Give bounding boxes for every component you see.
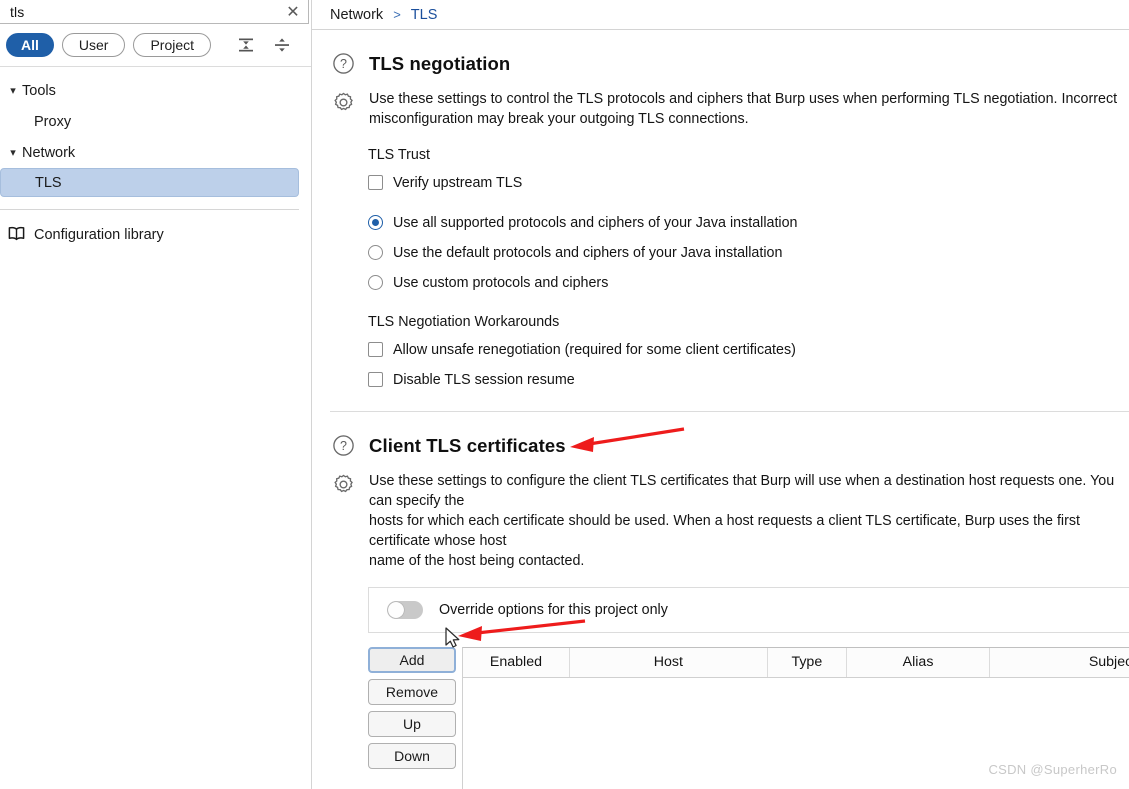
remove-button[interactable]: Remove (368, 679, 456, 705)
collapse-all-icon[interactable] (235, 33, 257, 57)
override-options-toggle[interactable] (387, 601, 423, 619)
section-client-tls-certificates: ? Client TLS certificates Use these sett… (312, 432, 1129, 789)
question-mark-icon[interactable]: ? (330, 50, 357, 77)
section-tls-negotiation: ? TLS negotiation Use these settings to … (312, 50, 1129, 412)
checkbox-verify-upstream-tls[interactable]: Verify upstream TLS (312, 169, 1129, 196)
search-input-value: tls (10, 3, 25, 20)
add-button[interactable]: Add (368, 647, 456, 673)
group-label-tls-trust: TLS Trust (368, 147, 430, 163)
question-mark-icon[interactable]: ? (330, 432, 357, 459)
table-header-row: Enabled Host Type Alias Subject Issuer (463, 648, 1129, 678)
gear-icon[interactable] (330, 89, 357, 116)
certificates-grid: Enabled Host Type Alias Subject Issuer (463, 648, 1129, 678)
tree-item-proxy[interactable]: Proxy (0, 106, 311, 137)
down-button[interactable]: Down (368, 743, 456, 769)
column-header-enabled[interactable]: Enabled (463, 648, 570, 678)
remove-button-label: Remove (385, 684, 439, 700)
override-options-box: Override options for this project only (368, 587, 1129, 633)
filter-all-button[interactable]: All (6, 33, 54, 57)
radio-icon[interactable] (368, 245, 383, 260)
watermark: CSDN @SuperherRo (988, 762, 1117, 777)
gear-icon[interactable] (330, 471, 357, 498)
tree-group-network-label: Network (22, 144, 76, 161)
filter-all-label: All (21, 37, 39, 53)
radio-use-custom[interactable]: Use custom protocols and ciphers (312, 269, 1129, 296)
tree-buttons (235, 33, 301, 57)
expand-all-icon[interactable] (271, 33, 293, 57)
column-header-subject[interactable]: Subject (989, 648, 1129, 678)
group-label-workarounds: TLS Negotiation Workarounds (368, 314, 560, 330)
filter-project-button[interactable]: Project (133, 33, 212, 57)
filter-user-label: User (78, 37, 109, 53)
group-protocol-selection: Use all supported protocols and ciphers … (312, 209, 1129, 296)
add-button-label: Add (399, 652, 425, 668)
checkbox-allow-unsafe-renegotiation[interactable]: Allow unsafe renegotiation (required for… (312, 336, 1129, 363)
breadcrumb-separator: > (393, 7, 401, 22)
checkbox-label-allow-unsafe-renegotiation: Allow unsafe renegotiation (required for… (393, 341, 796, 358)
filter-row: All User Project (0, 24, 311, 67)
override-options-label: Override options for this project only (439, 602, 668, 618)
settings-content-panel: Network > TLS ? TLS negotiation Use thes… (312, 0, 1129, 789)
section-divider (330, 411, 1129, 412)
radio-use-all-supported[interactable]: Use all supported protocols and ciphers … (312, 209, 1129, 236)
section-description-text-tls-negotiation: Use these settings to control the TLS pr… (369, 91, 1118, 127)
section-title-tls-negotiation: TLS negotiation (369, 52, 511, 74)
tree-group-tools-label: Tools (22, 82, 56, 99)
breadcrumb-parent[interactable]: Network (330, 7, 383, 23)
section-header-tls-negotiation: ? TLS negotiation (312, 50, 1129, 77)
svg-text:?: ? (340, 57, 347, 71)
checkbox-icon[interactable] (368, 175, 383, 190)
tree-item-tls-label: TLS (35, 174, 62, 191)
column-header-host[interactable]: Host (569, 648, 768, 678)
configuration-library-item[interactable]: Configuration library (0, 216, 311, 254)
up-button-label: Up (403, 716, 421, 732)
settings-window: tls ✕ All User Project ▾ Tools Proxy ▾ N… (0, 0, 1129, 789)
checkbox-disable-tls-session-resume[interactable]: Disable TLS session resume (312, 366, 1129, 393)
radio-label-use-custom: Use custom protocols and ciphers (393, 274, 609, 291)
section-description-client-tls-certificates: Use these settings to configure the clie… (312, 471, 1129, 571)
settings-tree: ▾ Tools Proxy ▾ Network TLS (0, 67, 311, 197)
checkbox-icon[interactable] (368, 372, 383, 387)
search-row: tls ✕ (0, 0, 311, 24)
breadcrumb-current[interactable]: TLS (411, 7, 438, 23)
section-description-tls-negotiation: Use these settings to control the TLS pr… (312, 89, 1129, 129)
checkbox-label-verify-upstream-tls: Verify upstream TLS (393, 174, 523, 191)
section-header-client-tls-certificates: ? Client TLS certificates (312, 432, 1129, 459)
svg-text:?: ? (340, 439, 347, 453)
chevron-down-icon: ▾ (10, 147, 16, 159)
group-tls-trust: TLS Trust Verify upstream TLS (312, 147, 1129, 196)
radio-icon[interactable] (368, 275, 383, 290)
chevron-down-icon: ▾ (10, 85, 16, 97)
book-icon (8, 226, 25, 245)
radio-use-default[interactable]: Use the default protocols and ciphers of… (312, 239, 1129, 266)
configuration-library-label: Configuration library (34, 227, 164, 243)
tree-item-proxy-label: Proxy (34, 113, 72, 130)
tree-group-tools[interactable]: ▾ Tools (0, 75, 311, 106)
search-input[interactable]: tls ✕ (0, 0, 309, 24)
column-header-alias[interactable]: Alias (846, 648, 991, 678)
tree-group-network[interactable]: ▾ Network (0, 137, 311, 168)
column-header-type[interactable]: Type (767, 648, 847, 678)
close-icon[interactable]: ✕ (284, 3, 302, 21)
settings-sidebar: tls ✕ All User Project ▾ Tools Proxy ▾ N… (0, 0, 312, 789)
checkbox-label-disable-tls-session-resume: Disable TLS session resume (393, 371, 575, 388)
sidebar-divider (0, 209, 299, 210)
down-button-label: Down (394, 748, 430, 764)
breadcrumb: Network > TLS (312, 0, 1129, 30)
filter-project-label: Project (150, 37, 195, 53)
up-button[interactable]: Up (368, 711, 456, 737)
radio-label-use-all-supported: Use all supported protocols and ciphers … (393, 214, 798, 231)
toggle-knob (388, 602, 404, 618)
group-tls-negotiation-workarounds: TLS Negotiation Workarounds Allow unsafe… (312, 314, 1129, 393)
filter-user-button[interactable]: User (61, 33, 126, 57)
settings-scroll-area: ? TLS negotiation Use these settings to … (312, 30, 1129, 789)
section-description-text-client-tls-certificates: Use these settings to configure the clie… (369, 473, 1115, 569)
tree-item-tls[interactable]: TLS (0, 168, 299, 197)
radio-icon-selected[interactable] (368, 215, 383, 230)
checkbox-icon[interactable] (368, 342, 383, 357)
radio-label-use-default: Use the default protocols and ciphers of… (393, 244, 783, 261)
certificate-action-buttons: Add Remove Up Down (368, 647, 462, 769)
section-title-client-tls-certificates: Client TLS certificates (369, 434, 566, 456)
